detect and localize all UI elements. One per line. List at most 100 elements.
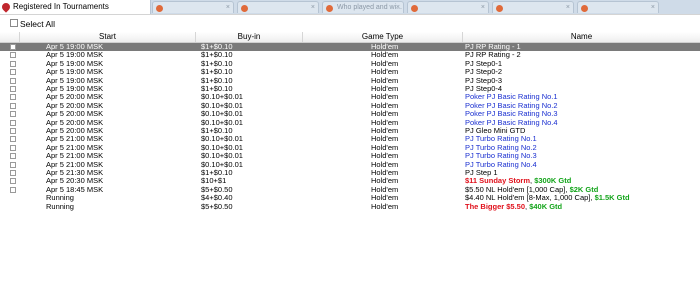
tab-favicon-icon [326, 5, 333, 12]
row-checkbox[interactable] [10, 170, 16, 176]
row-checkbox[interactable] [10, 119, 16, 126]
row-start-time: Apr 5 19:00 MSK [46, 85, 104, 93]
row-checkbox[interactable] [10, 69, 16, 76]
row-checkbox[interactable] [10, 136, 16, 143]
row-game-type: Hold'em [371, 68, 399, 77]
table-row[interactable]: Apr 5 18:45 MSK $5+$0.50 Hold'em $5.50 NL H… [0, 186, 700, 194]
close-icon[interactable]: × [481, 2, 485, 13]
background-tab[interactable]: × [152, 1, 234, 13]
row-start-time: Apr 5 21:00 MSK [46, 135, 104, 144]
table-row[interactable]: Apr 5 19:00 MSK $1+$0.10 Hold'em PJ Step0-4 [0, 85, 700, 93]
table-row[interactable]: Apr 5 21:00 MSK $0.10+$0.01 Hold'em PJ Turb… [0, 135, 700, 143]
row-game-type: Hold'em [371, 76, 399, 85]
row-game-type: Hold'em [371, 143, 399, 152]
close-icon[interactable]: × [226, 2, 230, 13]
tournament-name-segment: Poker PJ Basic Rating No.3 [465, 110, 558, 119]
tournament-name-segment: PJ Turbo Rating No.1 [465, 135, 537, 144]
row-buyin: $5+$0.50 [201, 202, 233, 211]
row-buyin: $1+$0.10 [201, 76, 233, 85]
row-checkbox[interactable] [10, 44, 16, 50]
row-buyin: $1+$0.10 [201, 169, 233, 177]
row-tournament-name: $5.50 NL Hold'em [1,000 Cap], $2K Gtd [465, 186, 700, 194]
row-checkbox[interactable] [10, 52, 16, 59]
row-tournament-name: PJ Gleo Mini GTD [465, 127, 700, 135]
row-game-type: Hold'em [371, 85, 399, 93]
row-checkbox[interactable] [10, 161, 16, 168]
row-tournament-name: PJ Step0-3 [465, 77, 700, 85]
tournament-name-segment: PJ RP Rating - 1 [465, 43, 521, 51]
table-row[interactable]: Apr 5 21:30 MSK $1+$0.10 Hold'em PJ Step 1 [0, 169, 700, 177]
background-tab[interactable]: Who played and wi... × [322, 1, 404, 13]
row-checkbox[interactable] [10, 128, 16, 134]
table-row[interactable]: Apr 5 20:30 MSK $10+$1 Hold'em $11 Sunday S… [0, 177, 700, 185]
row-tournament-name: Poker PJ Basic Rating No.4 [465, 119, 700, 127]
column-header-game-type[interactable]: Game Type [303, 32, 463, 42]
row-buyin: $0.10+$0.01 [201, 143, 243, 152]
row-buyin: $1+$0.10 [201, 127, 233, 135]
table-row[interactable]: Running $5+$0.50 Hold'em The Bigger $5.50, … [0, 203, 700, 211]
table-row[interactable]: Apr 5 20:00 MSK $0.10+$0.01 Hold'em Poker P… [0, 119, 700, 127]
tournaments-window: Select All Start Buy-in Game Type Name A… [0, 14, 700, 299]
tab-favicon-icon [411, 5, 418, 12]
background-tab[interactable]: × [237, 1, 319, 13]
row-tournament-name: PJ Turbo Rating No.2 [465, 144, 700, 152]
row-tournament-name: PJ Turbo Rating No.1 [465, 135, 700, 143]
table-row[interactable]: Apr 5 19:00 MSK $1+$0.10 Hold'em PJ RP Rati… [0, 43, 700, 51]
column-header-start[interactable]: Start [20, 32, 196, 42]
table-row[interactable]: Apr 5 20:00 MSK $0.10+$0.01 Hold'em Poker P… [0, 93, 700, 101]
table-row[interactable]: Apr 5 21:00 MSK $0.10+$0.01 Hold'em PJ Turb… [0, 152, 700, 160]
window-titlebar[interactable]: Registered In Tournaments [0, 0, 151, 14]
row-checkbox[interactable] [10, 86, 16, 92]
close-icon[interactable]: × [311, 2, 315, 13]
row-checkbox[interactable] [10, 153, 16, 160]
tournament-name-segment: The Bigger $5.50 [465, 202, 526, 211]
tournament-name-segment: $40K Gtd [529, 202, 563, 211]
app-logo-icon [0, 1, 12, 13]
select-all-checkbox[interactable] [10, 19, 18, 27]
row-tournament-name: PJ Step0-2 [465, 68, 700, 76]
table-row[interactable]: Apr 5 20:00 MSK $0.10+$0.01 Hold'em Poker P… [0, 110, 700, 118]
table-row[interactable]: Apr 5 20:00 MSK $0.10+$0.01 Hold'em Poker P… [0, 102, 700, 110]
table-row[interactable]: Apr 5 19:00 MSK $1+$0.10 Hold'em PJ Step0-2 [0, 68, 700, 76]
row-checkbox[interactable] [10, 102, 16, 109]
column-header-name[interactable]: Name [463, 32, 700, 42]
close-icon[interactable]: × [651, 2, 655, 13]
row-start-time: Apr 5 19:00 MSK [46, 43, 104, 51]
table-row[interactable]: Apr 5 19:00 MSK $1+$0.10 Hold'em PJ RP Rati… [0, 51, 700, 59]
row-game-type: Hold'em [371, 202, 399, 211]
table-row[interactable]: Apr 5 19:00 MSK $1+$0.10 Hold'em PJ Step0-3 [0, 77, 700, 85]
row-checkbox[interactable] [10, 178, 16, 185]
row-tournament-name: The Bigger $5.50, $40K Gtd [465, 203, 700, 211]
row-start-time: Apr 5 20:30 MSK [46, 177, 104, 186]
row-checkbox[interactable] [10, 144, 16, 151]
tournament-name-segment: Poker PJ Basic Rating No.2 [465, 101, 558, 110]
table-row[interactable]: Apr 5 19:00 MSK $1+$0.10 Hold'em PJ Step0-1 [0, 60, 700, 68]
tournament-name-segment: PJ Turbo Rating No.2 [465, 143, 537, 152]
table-row[interactable]: Apr 5 20:00 MSK $1+$0.10 Hold'em PJ Gleo Mi… [0, 127, 700, 135]
row-checkbox[interactable] [10, 111, 16, 118]
row-game-type: Hold'em [371, 194, 399, 203]
row-start-time: Apr 5 19:00 MSK [46, 76, 104, 85]
row-checkbox[interactable] [10, 94, 16, 101]
window-title: Registered In Tournaments [13, 2, 109, 11]
table-row[interactable]: Running $4+$0.40 Hold'em $4.40 NL Hold'em [… [0, 194, 700, 202]
row-game-type: Hold'em [371, 185, 399, 194]
select-all-label: Select All [20, 19, 55, 29]
close-icon[interactable]: × [396, 2, 400, 13]
row-start-time: Apr 5 20:00 MSK [46, 93, 104, 102]
row-tournament-name: $11 Sunday Storm, $300K Gtd [465, 177, 700, 185]
background-tab[interactable]: × [577, 1, 659, 13]
row-checkbox[interactable] [10, 60, 16, 67]
table-row[interactable]: Apr 5 21:00 MSK $0.10+$0.01 Hold'em PJ Turb… [0, 161, 700, 169]
background-tab[interactable]: × [407, 1, 489, 13]
row-game-type: Hold'em [371, 152, 399, 161]
close-icon[interactable]: × [566, 2, 570, 13]
row-checkbox[interactable] [10, 186, 16, 193]
table-row[interactable]: Apr 5 21:00 MSK $0.10+$0.01 Hold'em PJ Turb… [0, 144, 700, 152]
row-checkbox[interactable] [10, 77, 16, 84]
column-header-buyin[interactable]: Buy-in [196, 32, 303, 42]
row-tournament-name: PJ Turbo Rating No.4 [465, 161, 700, 169]
background-tab[interactable]: × [492, 1, 574, 13]
row-buyin: $10+$1 [201, 177, 227, 186]
row-start-time: Apr 5 18:45 MSK [46, 185, 104, 194]
